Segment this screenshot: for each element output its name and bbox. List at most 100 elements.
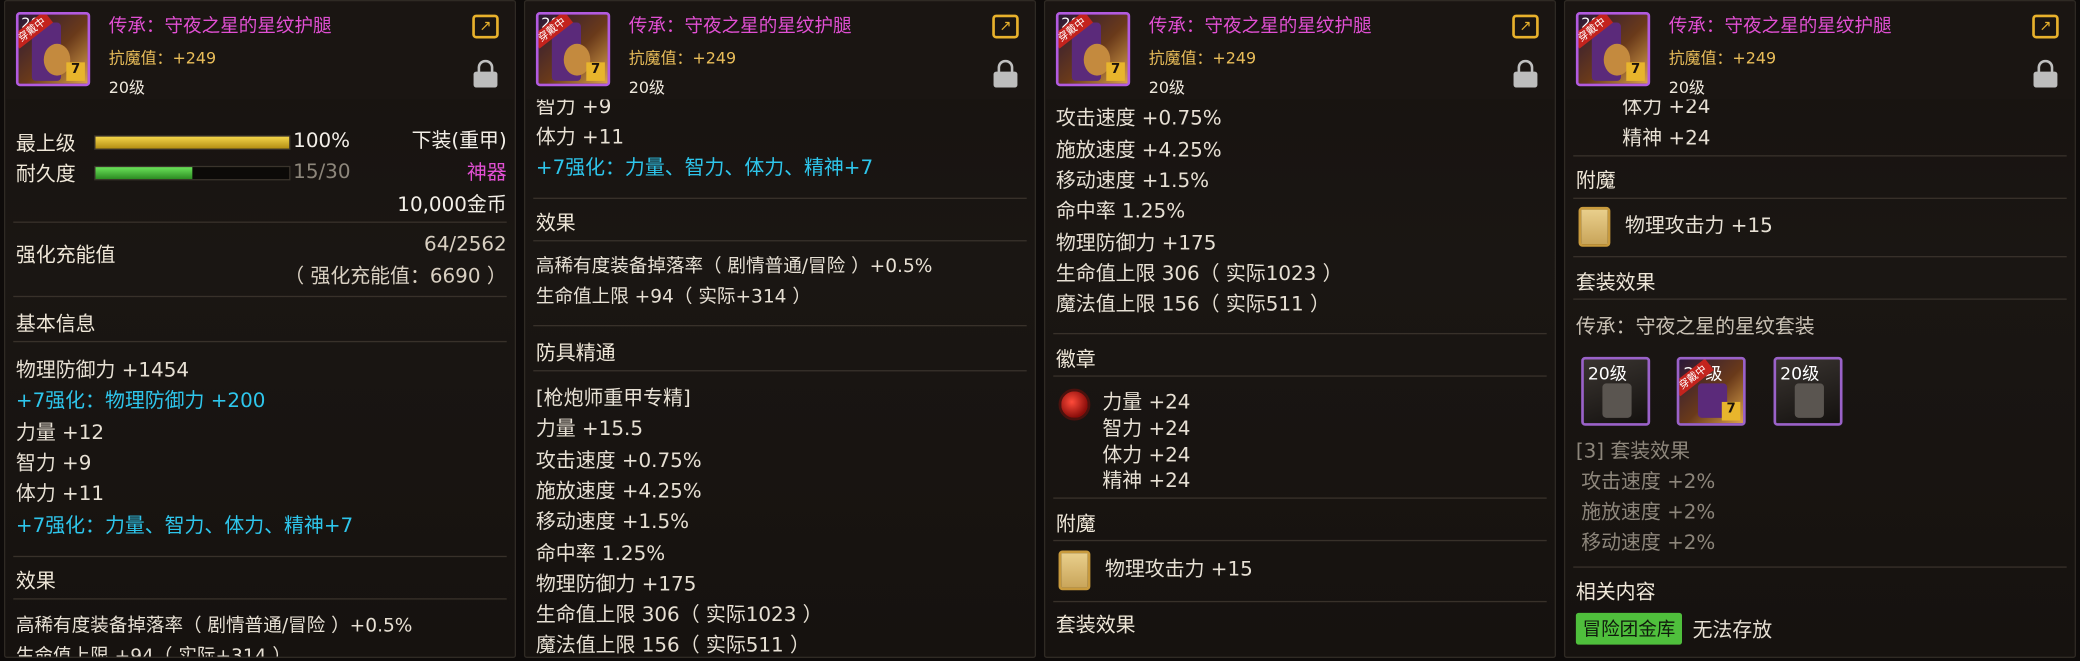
set-item-slot[interactable]: 20级 [1581,356,1651,426]
slot-level: 20级 [1780,364,1820,385]
effect-line: 高稀有度装备掉落率（ 剧情普通/冒险 ）+0.5% [15,615,413,637]
stat-line: 魔法值上限 156（ 实际511 ） [1055,291,1330,316]
charge-value: 64/2562 [424,232,507,257]
item-tooltip-panel-3: 20 穿戴中 7 传承：守夜之星的星纹护腿 抗魔值：+249 20级 ↗ 攻击速… [1043,0,1556,658]
item-title: 传承：守夜之星的星纹护腿 [108,15,332,38]
lock-icon[interactable] [473,59,498,89]
set-bonus-header: [3] 套装效果 [1575,439,1691,463]
divider [1053,600,1547,603]
divider [1053,332,1547,335]
tooltip-body: 智力 +9 体力 +11 +7强化：力量、智力、体力、精神+7 效果 高稀有度装… [525,99,1034,657]
price: 10,000金币 [397,192,507,217]
item-thumbnail[interactable]: 20 穿戴中 7 [1575,11,1651,87]
divider [1053,497,1547,499]
set-bonus-line: 移动速度 +2% [1581,530,1716,555]
divider [1573,155,2067,157]
stat-line: 智力 +9 [535,99,612,119]
stat-line: +7强化：力量、智力、体力、精神+7 [15,513,354,538]
item-header: 20 穿戴中 7 传承：守夜之星的星纹护腿 抗魔值：+249 20级 ↗ [5,1,515,100]
tooltip-body: 最上级 100% 下装(重甲) 耐久度 15/30 神器 10,000金币 强化… [5,99,514,657]
item-header: 20 穿戴中 7 传承：守夜之星的星纹护腿 抗魔值：+249 20级 ↗ [1565,1,2075,100]
lock-icon[interactable] [1513,59,1538,89]
tier-bar-fill [95,136,290,149]
storage-status: 无法存放 [1692,618,1773,643]
enchant-stat: 物理攻击力 +15 [1104,557,1253,582]
item-title: 传承：守夜之星的星纹护腿 [1148,15,1372,38]
magic-resist: 抗魔值：+249 [1668,49,1777,68]
related-header: 相关内容 [1575,579,1656,604]
item-header: 20 穿戴中 7 传承：守夜之星的星纹护腿 抗魔值：+249 20级 ↗ [525,1,1035,100]
durability-bar [94,165,291,181]
divider [533,197,1027,199]
stat-line: 智力 +9 [15,451,92,475]
mastery-line: 生命值上限 306（ 实际1023 ） [535,602,823,627]
enchant-card-icon[interactable] [1578,206,1611,247]
enchant-card-icon[interactable] [1058,550,1091,591]
stat-line: 施放速度 +4.25% [1055,137,1222,162]
stat-line: 体力 +11 [535,124,625,149]
tooltip-body: 攻击速度 +0.75% 施放速度 +4.25% 移动速度 +1.5% 命中率 1… [1045,99,1554,656]
share-icon[interactable]: ↗ [1512,14,1539,39]
effects-header: 效果 [15,569,56,593]
magic-resist: 抗魔值：+249 [108,49,217,68]
effect-line: 高稀有度装备掉落率（ 剧情普通/冒险 ）+0.5% [535,256,933,278]
tier-label: 最上级 [15,131,76,156]
lock-icon[interactable] [2033,59,2058,89]
divider [533,370,1027,372]
divider [533,324,1027,327]
effects-header: 效果 [535,210,576,235]
share-icon[interactable]: ↗ [992,14,1019,39]
stat-line: +7强化：力量、智力、体力、精神+7 [535,155,874,180]
item-header: 20 穿戴中 7 传承：守夜之星的星纹护腿 抗魔值：+249 20级 ↗ [1045,1,1555,100]
emblem-stat: 体力 +24 [1622,99,1711,119]
item-level: 20级 [628,78,665,97]
mastery-line: 魔法值上限 156（ 实际511 ） [535,632,810,657]
enhance-badge: 7 [1106,62,1125,81]
share-icon[interactable]: ↗ [472,14,499,39]
divider [1573,256,2067,258]
item-level: 20级 [1668,78,1705,97]
item-level: 20级 [1148,78,1185,97]
set-header: 套装效果 [1575,270,1656,295]
emblem-stat: 力量 +24 [1102,389,1191,414]
stat-line: 体力 +11 [15,481,105,506]
divider [1573,566,2067,568]
effect-line: 生命值上限 +94（ 实际+314 ） [535,286,811,308]
set-bonus-line: 施放速度 +2% [1581,500,1716,524]
item-thumbnail[interactable]: 20 穿戴中 7 [535,11,611,87]
mastery-line: 力量 +15.5 [535,416,644,441]
stat-line: +7强化：物理防御力 +200 [15,388,266,413]
slot-type: 下装(重甲) [411,128,507,153]
divider [13,295,507,298]
set-item-slot[interactable]: 20级 穿戴中 7 [1676,356,1746,426]
emblem-stat: 体力 +24 [1102,443,1191,467]
divider [1053,375,1547,377]
magic-resist: 抗魔值：+249 [1148,49,1257,68]
durability-bar-fill [95,167,193,180]
mastery-line: 攻击速度 +0.75% [535,448,702,473]
emblem-icon[interactable] [1058,388,1091,421]
enhance-badge: 7 [586,62,605,81]
slot-level: 20级 [1587,364,1628,385]
share-icon[interactable]: ↗ [2032,14,2059,39]
emblem-stat: 精神 +24 [1622,126,1711,150]
item-title: 传承：守夜之星的星纹护腿 [628,15,852,38]
mastery-line: 移动速度 +1.5% [535,509,690,534]
item-thumbnail[interactable]: 20 穿戴中 7 [1055,11,1131,87]
stat-line: 物理防御力 +1454 [15,358,190,383]
lock-icon[interactable] [993,59,1018,89]
divider [1573,197,2067,199]
mastery-line: 施放速度 +4.25% [535,478,702,503]
divider [13,221,507,223]
set-bonus-line: 攻击速度 +2% [1581,469,1716,494]
divider [1573,298,2067,300]
rarity: 神器 [466,160,507,185]
emblem-header: 徽章 [1055,347,1096,372]
set-item-slot[interactable]: 20级 [1773,356,1843,426]
enchant-header: 附魔 [1575,168,1616,193]
item-thumbnail[interactable]: 20 穿戴中 7 [15,11,91,87]
charge-note: （ 强化充能值：6690 ） [284,263,507,288]
divider [13,340,507,343]
stat-line: 命中率 1.25% [1055,198,1186,223]
item-tooltip-panel-2: 20 穿戴中 7 传承：守夜之星的星纹护腿 抗魔值：+249 20级 ↗ 智力 … [523,0,1036,658]
